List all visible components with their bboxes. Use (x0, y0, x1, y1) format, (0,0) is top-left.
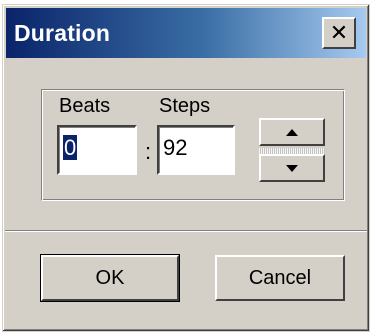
increment-button[interactable] (259, 118, 325, 146)
dialog-title: Duration (14, 19, 111, 46)
time-separator: : (145, 139, 152, 164)
decrement-button[interactable] (259, 154, 325, 182)
steps-value: 92 (163, 135, 188, 160)
beats-value: 0 (63, 135, 78, 160)
cancel-button-label: Cancel (248, 266, 312, 289)
steps-label: Steps (159, 95, 211, 117)
beats-label: Beats (59, 95, 111, 117)
duration-dialog: Duration ✕ Beats Steps 0 : 92 OK Cancel (2, 4, 370, 332)
arrow-down-icon (286, 164, 298, 172)
cancel-button[interactable]: Cancel (215, 255, 345, 301)
close-icon: ✕ (329, 20, 349, 45)
arrow-up-icon (286, 128, 298, 136)
steps-input[interactable]: 92 (157, 125, 235, 175)
beats-input[interactable]: 0 (57, 125, 137, 175)
ok-button-label: OK (95, 266, 125, 289)
title-bar[interactable]: Duration ✕ (6, 8, 366, 58)
ok-button[interactable]: OK (40, 254, 180, 302)
separator-line (5, 230, 367, 232)
close-button[interactable]: ✕ (322, 17, 356, 49)
